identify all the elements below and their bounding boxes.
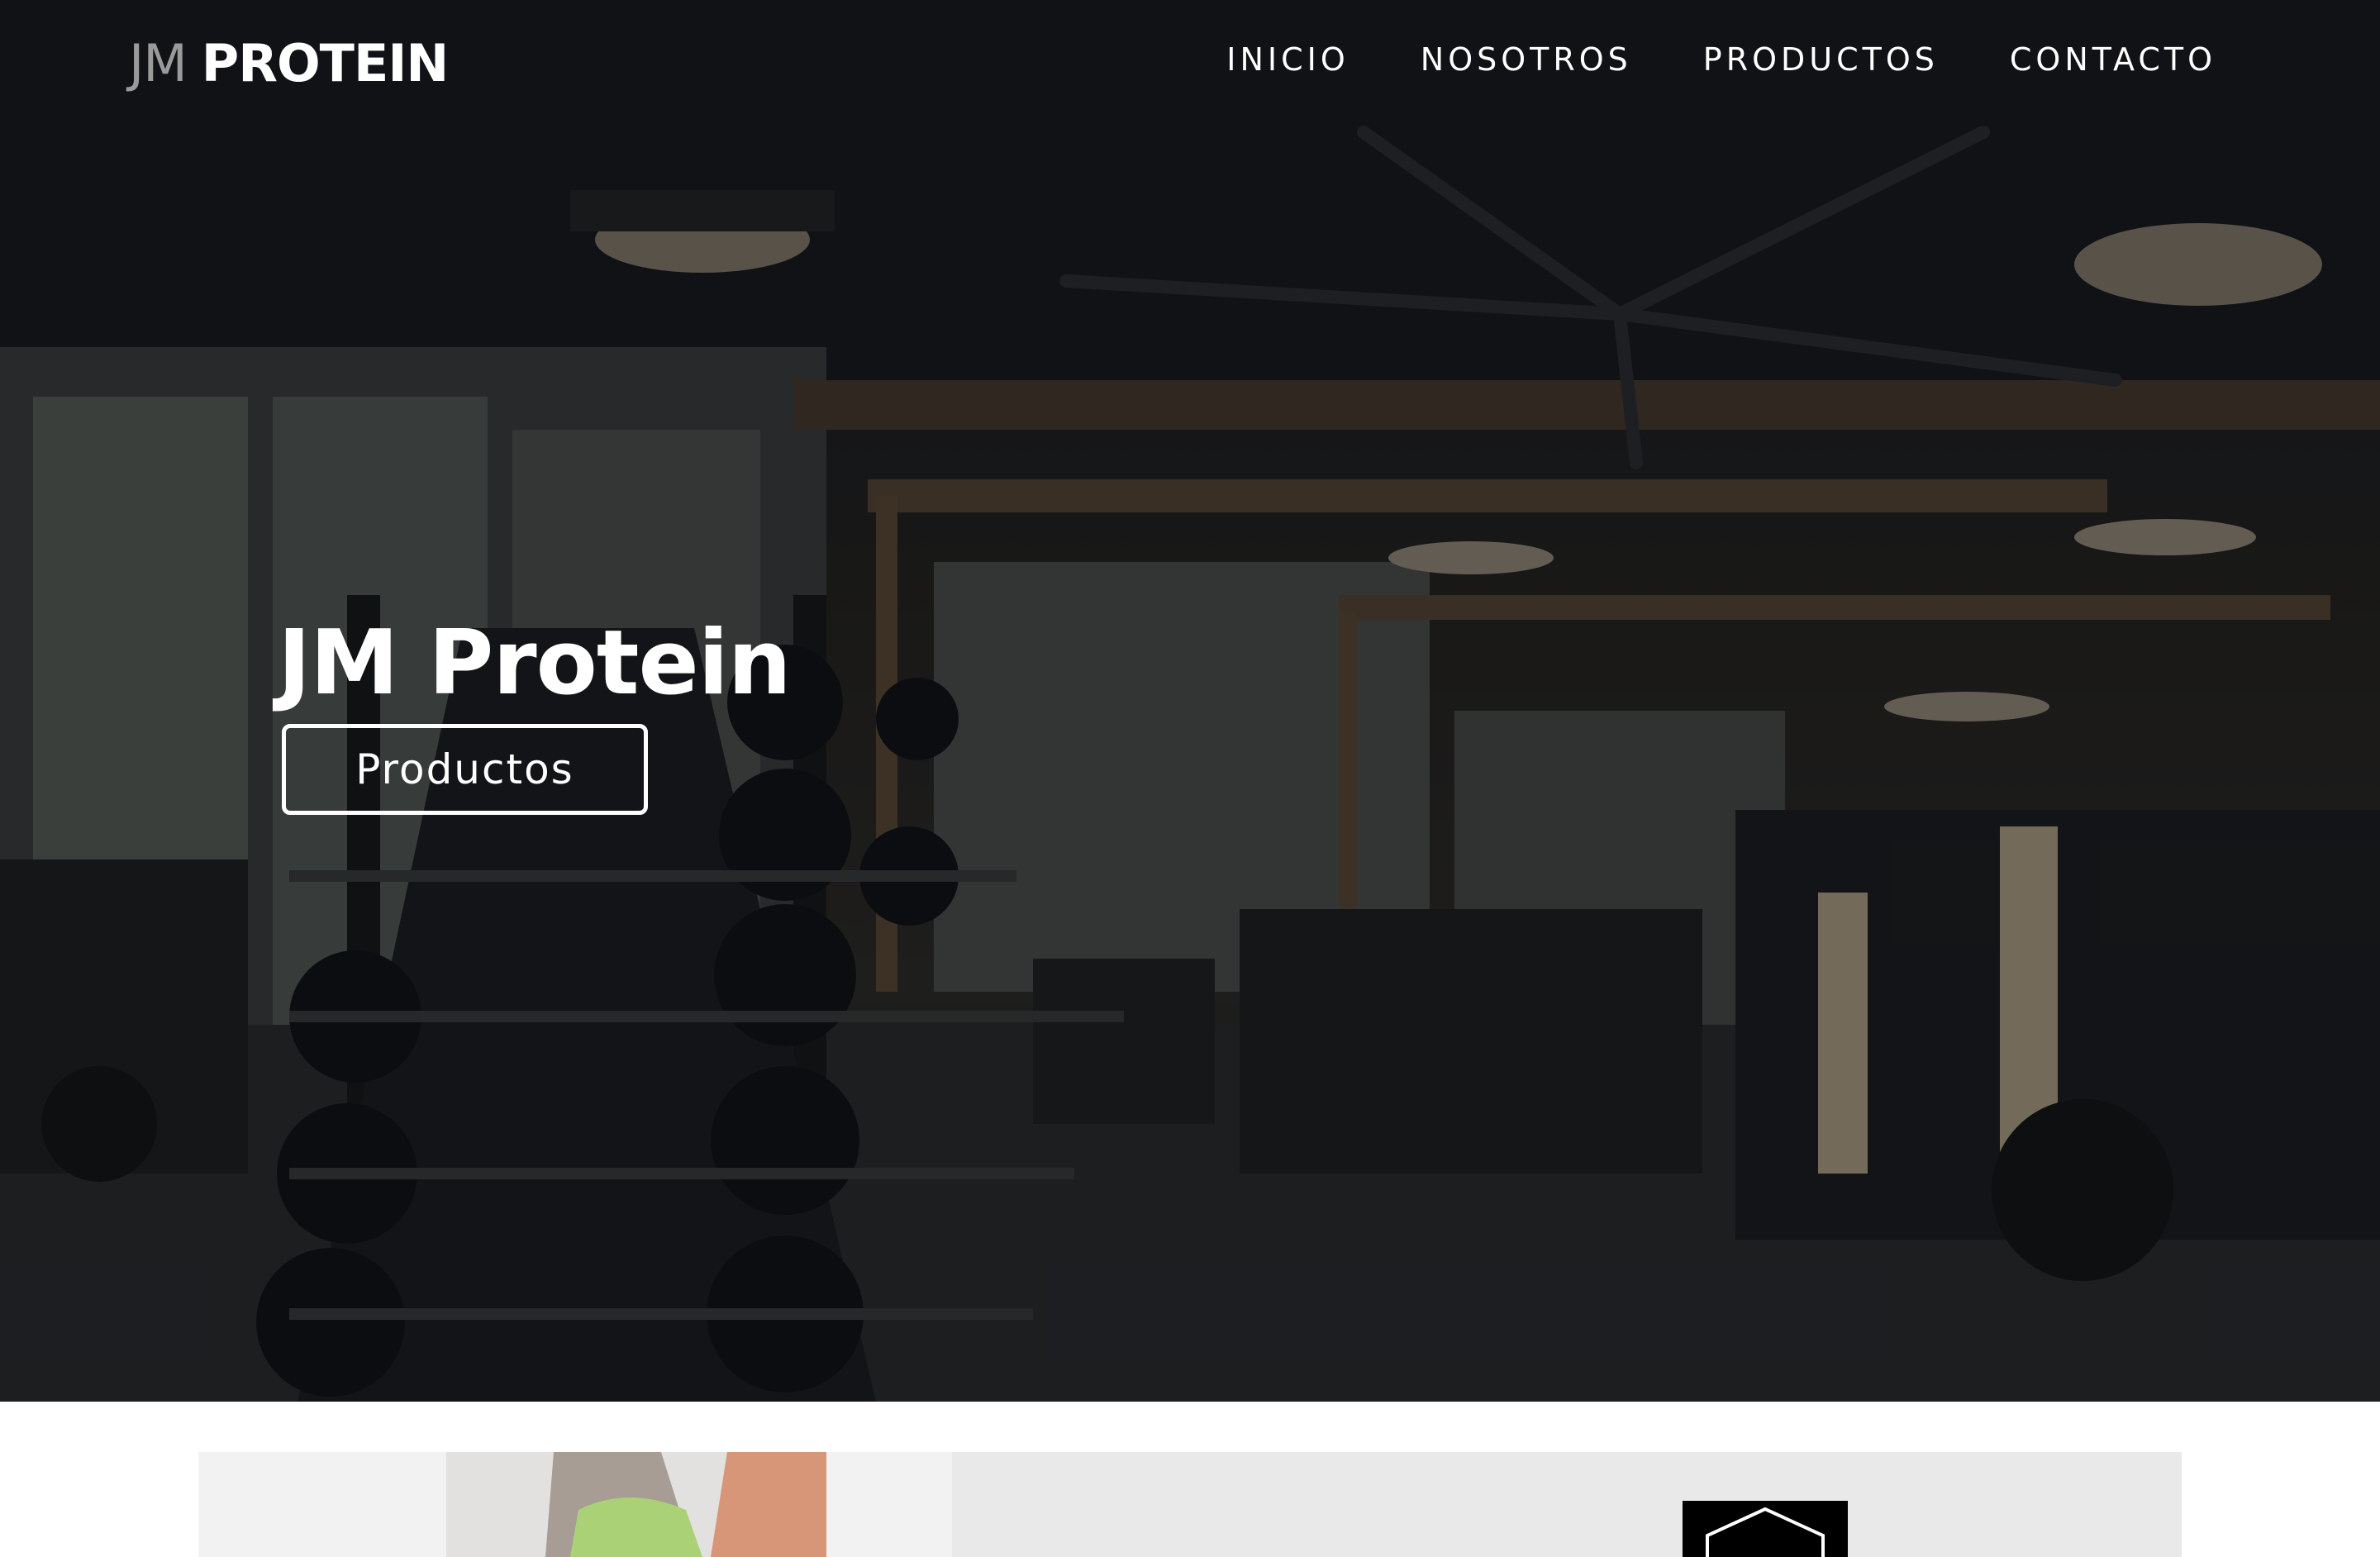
hero-section: JM PROTEIN INICIO NOSOTROS PRODUCTOS CONT… [0,0,2380,1402]
nav-menu: INICIO NOSOTROS PRODUCTOS CONTACTO [1226,41,2216,78]
productos-button[interactable]: Productos [282,724,648,815]
feature-icon-box [1683,1501,1848,1557]
hero-title: JM Protein [278,612,792,715]
feature-section [198,1452,2182,1557]
nav-link-contacto[interactable]: CONTACTO [2010,41,2216,78]
nav-link-productos[interactable]: PRODUCTOS [1703,41,1939,78]
nav-item-inicio: INICIO [1226,41,1349,78]
nav-item-contacto: CONTACTO [2010,41,2216,78]
brand-logo[interactable]: JM PROTEIN [129,33,449,94]
feature-panel [952,1452,2182,1557]
brand-logo-bold: PROTEIN [201,33,449,93]
nav-item-nosotros: NOSOTROS [1421,41,1632,78]
brand-logo-light: JM [129,33,188,93]
nav-link-nosotros[interactable]: NOSOTROS [1421,41,1632,78]
athlete-photo [198,1452,952,1557]
athlete-image [198,1452,952,1557]
nav-link-inicio[interactable]: INICIO [1226,41,1349,78]
nav-item-productos: PRODUCTOS [1703,41,1939,78]
top-navbar: JM PROTEIN INICIO NOSOTROS PRODUCTOS CONT… [0,0,2380,124]
hexagon-icon [1706,1507,1825,1557]
